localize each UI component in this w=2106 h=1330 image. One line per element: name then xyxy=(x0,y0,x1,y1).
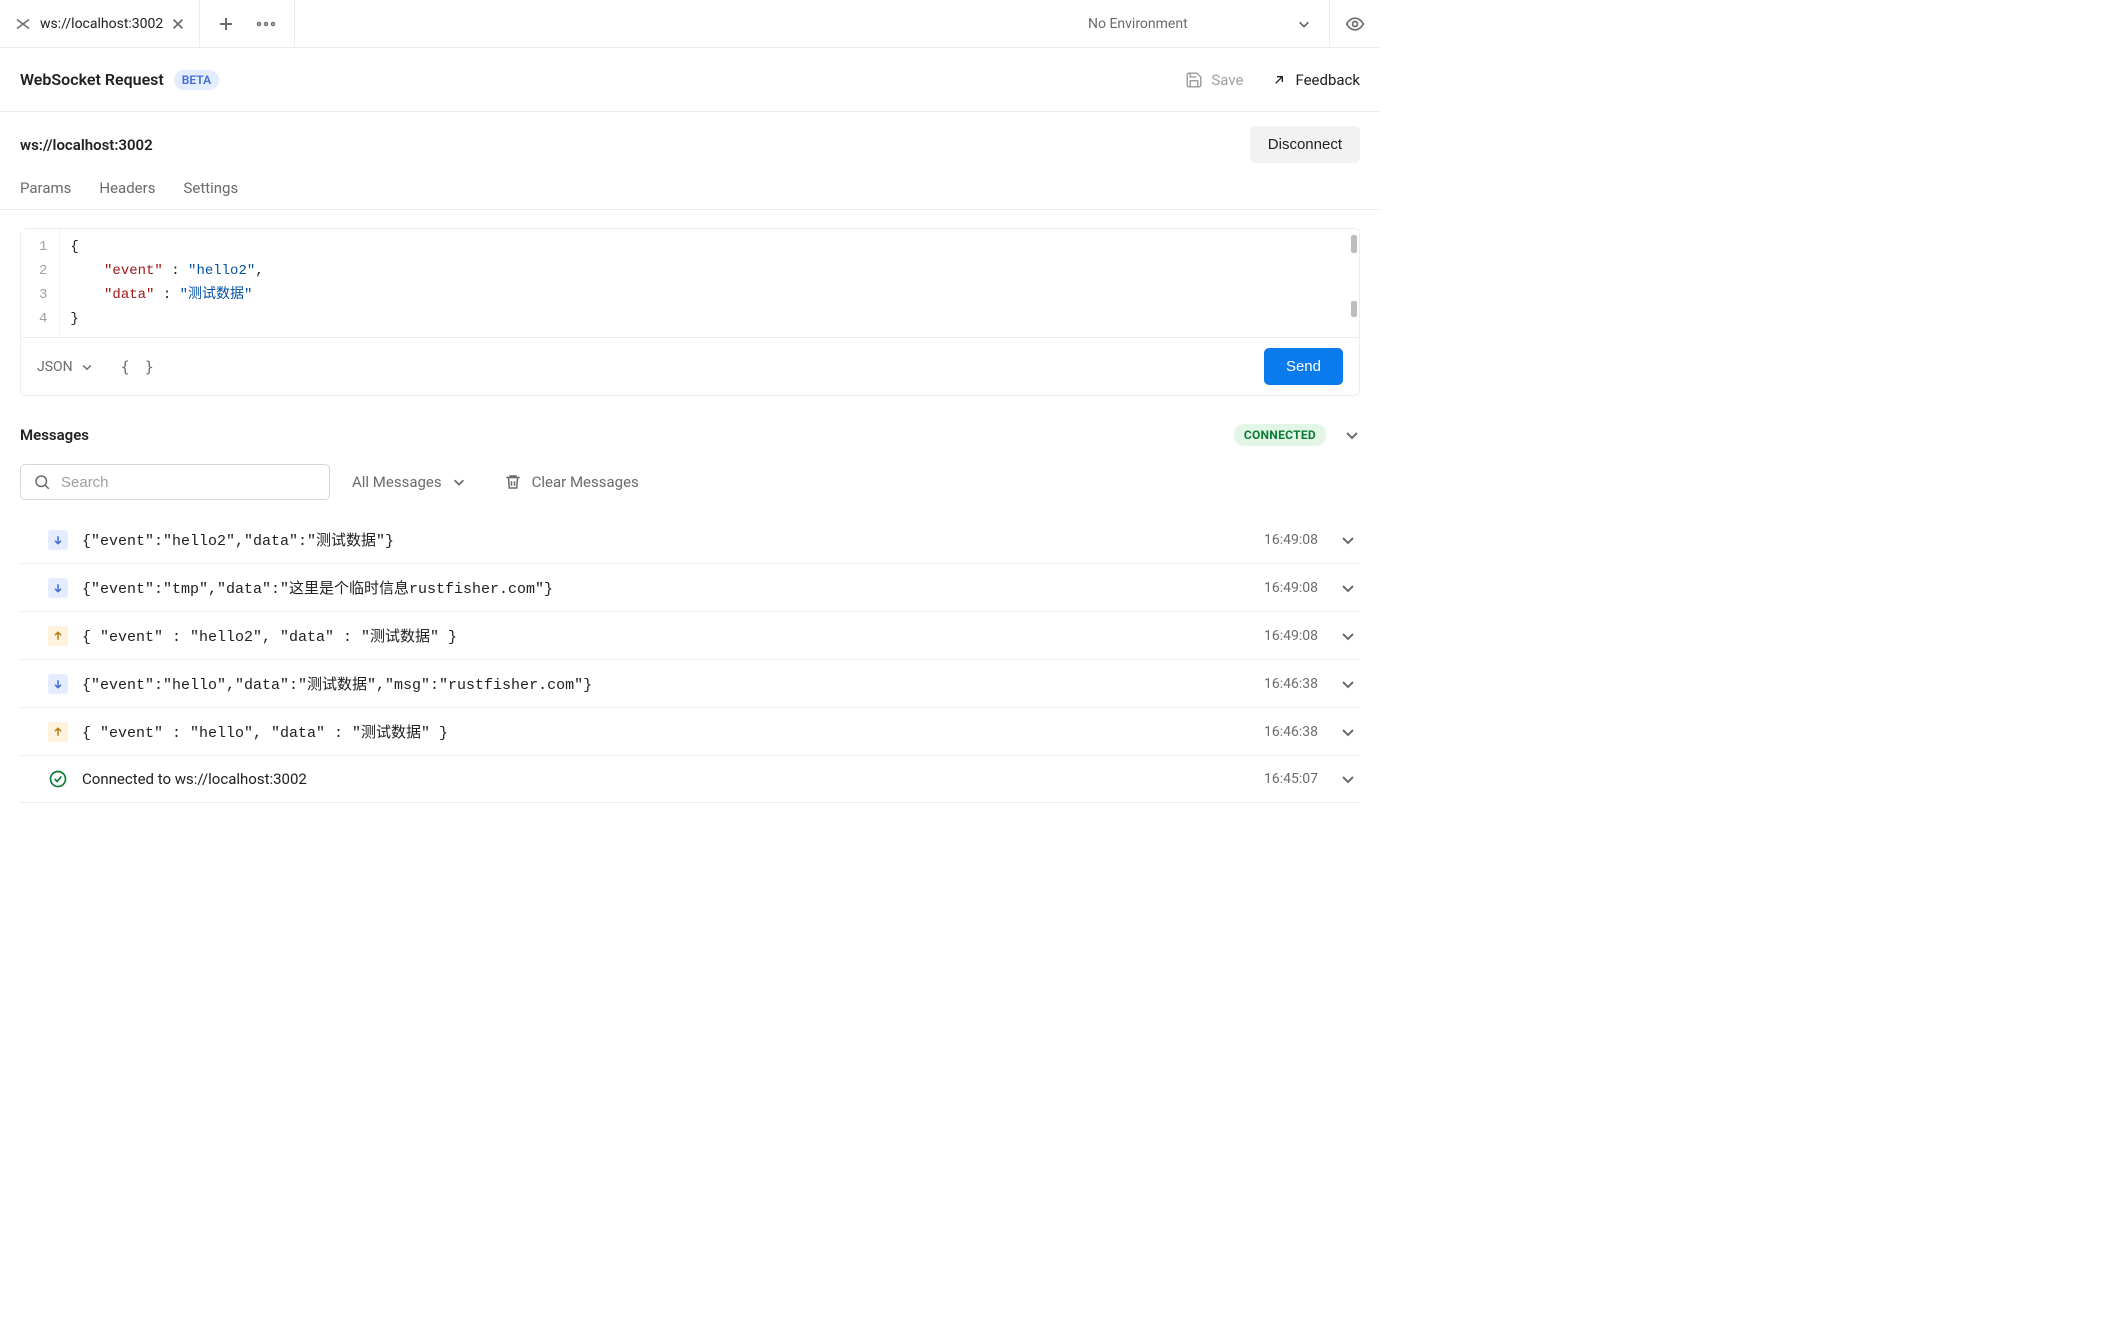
message-row[interactable]: {"event":"hello2","data":"测试数据"} 16:49:08 xyxy=(20,516,1360,564)
tab-headers[interactable]: Headers xyxy=(99,179,155,197)
clear-label: Clear Messages xyxy=(532,473,639,491)
environment-quicklook-icon[interactable] xyxy=(1330,0,1380,47)
message-text: { "event" : "hello", "data" : "测试数据" } xyxy=(82,721,1250,742)
code-content[interactable]: { "event" : "hello2", "data" : "测试数据" } xyxy=(60,229,273,337)
top-bar: ws://localhost:3002 No Environment xyxy=(0,0,1380,48)
filter-label: All Messages xyxy=(352,473,442,491)
feedback-button[interactable]: Feedback xyxy=(1271,71,1360,89)
scrollbar-thumb[interactable] xyxy=(1351,301,1357,317)
line-gutter: 1 2 3 4 xyxy=(21,229,60,337)
beautify-icon[interactable]: { } xyxy=(121,358,157,376)
incoming-icon xyxy=(48,674,68,694)
request-header: WebSocket Request BETA Save Feedback xyxy=(0,48,1380,112)
expand-message-icon[interactable] xyxy=(1340,628,1356,644)
expand-message-icon[interactable] xyxy=(1340,771,1356,787)
message-row[interactable]: { "event" : "hello2", "data" : "测试数据" } 1… xyxy=(20,612,1360,660)
external-link-icon xyxy=(1271,72,1287,88)
incoming-icon xyxy=(48,530,68,550)
message-time: 16:46:38 xyxy=(1264,676,1318,692)
message-row[interactable]: { "event" : "hello", "data" : "测试数据" } 16… xyxy=(20,708,1360,756)
save-icon xyxy=(1185,71,1203,89)
send-button[interactable]: Send xyxy=(1264,348,1343,385)
message-text: {"event":"hello2","data":"测试数据"} xyxy=(82,529,1250,550)
scrollbar-thumb[interactable] xyxy=(1351,235,1357,253)
save-button[interactable]: Save xyxy=(1185,71,1243,89)
message-text: {"event":"tmp","data":"这里是个临时信息rustfishe… xyxy=(82,577,1250,598)
messages-header: Messages CONNECTED xyxy=(20,424,1360,446)
new-tab-icon[interactable] xyxy=(218,16,234,32)
request-title: WebSocket Request xyxy=(20,70,164,89)
search-input[interactable] xyxy=(61,474,317,491)
message-time: 16:49:08 xyxy=(1264,628,1318,644)
disconnect-button[interactable]: Disconnect xyxy=(1250,126,1360,163)
connection-url[interactable]: ws://localhost:3002 xyxy=(20,136,1230,154)
message-row[interactable]: {"event":"hello","data":"测试数据","msg":"ru… xyxy=(20,660,1360,708)
body-format-select[interactable]: JSON xyxy=(37,359,93,375)
trash-icon xyxy=(504,473,522,491)
message-search[interactable] xyxy=(20,464,330,500)
websocket-icon xyxy=(14,15,32,33)
outgoing-icon xyxy=(48,626,68,646)
collapse-messages-icon[interactable] xyxy=(1344,427,1360,443)
tab-title: ws://localhost:3002 xyxy=(40,16,163,32)
message-time: 16:45:07 xyxy=(1264,771,1318,787)
message-editor: 1 2 3 4 { "event" : "hello2", "data" : "… xyxy=(20,228,1360,396)
close-tab-icon[interactable] xyxy=(171,17,185,31)
more-tabs-icon[interactable] xyxy=(256,21,276,27)
message-text: Connected to ws://localhost:3002 xyxy=(82,770,1250,788)
message-time: 16:49:08 xyxy=(1264,580,1318,596)
message-text: {"event":"hello","data":"测试数据","msg":"ru… xyxy=(82,673,1250,694)
expand-message-icon[interactable] xyxy=(1340,724,1356,740)
environment-label: No Environment xyxy=(1088,16,1188,32)
expand-message-icon[interactable] xyxy=(1340,532,1356,548)
message-time: 16:49:08 xyxy=(1264,532,1318,548)
save-label: Save xyxy=(1211,71,1243,89)
url-row: ws://localhost:3002 Disconnect xyxy=(0,112,1380,163)
tab-settings[interactable]: Settings xyxy=(183,179,238,197)
message-row[interactable]: Connected to ws://localhost:3002 16:45:07 xyxy=(20,756,1360,803)
chevron-down-icon xyxy=(452,475,466,489)
chevron-down-icon xyxy=(81,361,93,373)
expand-message-icon[interactable] xyxy=(1340,580,1356,596)
incoming-icon xyxy=(48,578,68,598)
search-icon xyxy=(33,473,51,491)
code-editor[interactable]: 1 2 3 4 { "event" : "hello2", "data" : "… xyxy=(21,229,1359,337)
message-row[interactable]: {"event":"tmp","data":"这里是个临时信息rustfishe… xyxy=(20,564,1360,612)
expand-message-icon[interactable] xyxy=(1340,676,1356,692)
request-tab[interactable]: ws://localhost:3002 xyxy=(0,0,200,47)
connected-icon xyxy=(48,769,68,789)
message-text: { "event" : "hello2", "data" : "测试数据" } xyxy=(82,625,1250,646)
beta-badge: BETA xyxy=(174,70,219,90)
chevron-down-icon xyxy=(1297,17,1311,31)
tab-params[interactable]: Params xyxy=(20,179,71,197)
connection-status-badge: CONNECTED xyxy=(1234,424,1326,446)
request-subtabs: Params Headers Settings xyxy=(0,163,1380,210)
environment-select[interactable]: No Environment xyxy=(1070,0,1330,47)
format-label: JSON xyxy=(37,359,73,375)
message-filter-select[interactable]: All Messages xyxy=(352,473,466,491)
message-time: 16:46:38 xyxy=(1264,724,1318,740)
clear-messages-button[interactable]: Clear Messages xyxy=(504,473,639,491)
outgoing-icon xyxy=(48,722,68,742)
messages-title: Messages xyxy=(20,426,89,444)
message-list: {"event":"hello2","data":"测试数据"} 16:49:08… xyxy=(20,516,1360,803)
feedback-label: Feedback xyxy=(1295,71,1360,89)
